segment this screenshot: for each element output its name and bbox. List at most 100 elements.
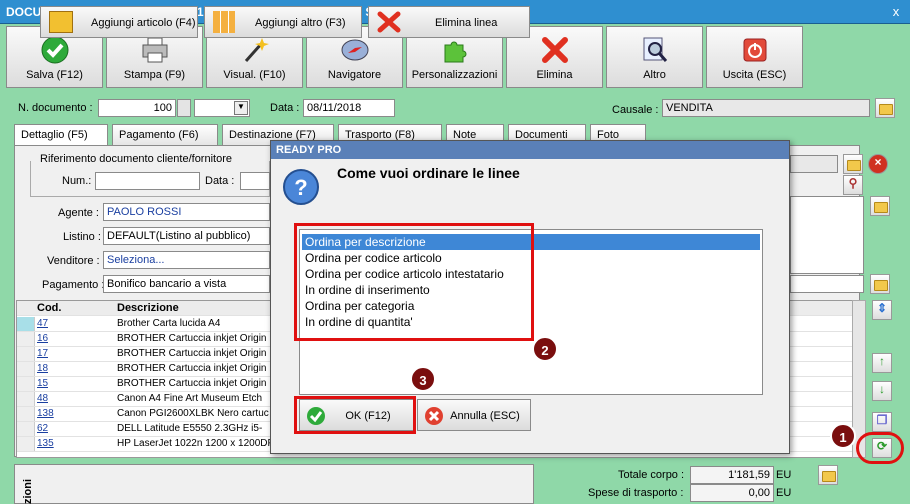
dialog-question: Come vuoi ordinare le linee bbox=[337, 165, 520, 181]
move-top-icon[interactable]: ⇕ bbox=[872, 300, 892, 320]
highlight-sort-button bbox=[856, 432, 904, 464]
person-icon[interactable]: ⚲ bbox=[843, 175, 863, 195]
step-badge-2: 2 bbox=[532, 336, 558, 362]
chevron-down-icon: ▼ bbox=[234, 101, 248, 115]
tab-dettaglio[interactable]: Dettaglio (F5) bbox=[14, 124, 108, 146]
right-folder-icon-3[interactable] bbox=[870, 274, 890, 294]
totale-corpo-currency: EU bbox=[776, 469, 792, 481]
cancel-button[interactable]: Annulla (ESC) bbox=[417, 399, 531, 431]
print-label: Stampa (F9) bbox=[123, 69, 186, 81]
dialog-title: READY PRO bbox=[271, 141, 789, 159]
exit-label: Uscita (ESC) bbox=[722, 69, 787, 81]
row-selector[interactable] bbox=[17, 392, 35, 406]
copy-icon[interactable]: ❐ bbox=[872, 412, 892, 432]
pagamento-label: Pagamento : bbox=[42, 279, 105, 291]
row-selector[interactable] bbox=[17, 347, 35, 361]
clear-icon[interactable]: × bbox=[868, 154, 888, 174]
wand-icon bbox=[244, 38, 269, 62]
move-up-icon[interactable]: ↑ bbox=[872, 353, 892, 373]
pagamento-field[interactable]: Bonifico bancario a vista bbox=[103, 275, 270, 293]
causale-folder-icon[interactable] bbox=[875, 98, 895, 118]
listino-label: Listino : bbox=[63, 231, 101, 243]
row-code: 17 bbox=[37, 348, 49, 359]
row-code: 47 bbox=[37, 318, 49, 329]
exit-button[interactable]: Uscita (ESC) bbox=[706, 26, 803, 88]
step-badge-1: 1 bbox=[830, 423, 856, 449]
right-folder-icon-1[interactable] bbox=[843, 154, 863, 174]
num-label: Num.: bbox=[62, 175, 92, 187]
tab-pagamento[interactable]: Pagamento (F6) bbox=[112, 124, 218, 146]
spese-currency: EU bbox=[776, 487, 792, 499]
row-description: BROTHER Cartuccia inkjet Origin bbox=[117, 363, 267, 374]
cancel-x-icon bbox=[425, 407, 443, 425]
ndoc-field[interactable]: 100 bbox=[98, 99, 176, 117]
row-selector[interactable] bbox=[17, 437, 35, 451]
row-description: DELL Latitude E5550 2.3GHz i5- bbox=[117, 423, 263, 434]
row-description: BROTHER Cartuccia inkjet Origin bbox=[117, 348, 267, 359]
save-label: Salva (F12) bbox=[26, 69, 83, 81]
row-selector[interactable] bbox=[17, 362, 35, 376]
right-field-1[interactable] bbox=[790, 155, 838, 173]
svg-text:?: ? bbox=[294, 175, 307, 200]
add-article-icon bbox=[49, 11, 73, 33]
venditore-field[interactable]: Seleziona... bbox=[103, 251, 270, 269]
totale-corpo-value: 1'181,59 bbox=[690, 466, 774, 484]
row-selector[interactable] bbox=[17, 377, 35, 391]
spese-value[interactable]: 0,00 bbox=[690, 484, 774, 502]
address-area[interactable] bbox=[790, 196, 864, 274]
row-code: 48 bbox=[37, 393, 49, 404]
right-folder-icon-2[interactable] bbox=[870, 196, 890, 216]
causale-label: Causale : bbox=[612, 104, 659, 116]
move-down-icon[interactable]: ↓ bbox=[872, 381, 892, 401]
row-description: BROTHER Cartuccia inkjet Origin bbox=[117, 378, 267, 389]
row-description: Canon A4 Fine Art Museum Etch bbox=[117, 393, 263, 404]
ndoc-suffix-field[interactable] bbox=[177, 99, 191, 117]
highlight-ok bbox=[294, 396, 416, 434]
bottom-actions bbox=[14, 464, 534, 504]
right-field-3[interactable] bbox=[790, 275, 864, 293]
rif-date-field[interactable] bbox=[240, 172, 270, 190]
col-cod-header[interactable]: Cod. bbox=[37, 302, 61, 314]
date-field[interactable]: 08/11/2018 bbox=[303, 99, 395, 117]
row-selector[interactable] bbox=[17, 317, 35, 331]
venditore-label: Venditore : bbox=[47, 255, 100, 267]
listino-field[interactable]: DEFAULT(Listino al pubblico) bbox=[103, 227, 270, 245]
totale-corpo-label: Totale corpo : bbox=[618, 469, 685, 481]
agente-label: Agente : bbox=[58, 207, 99, 219]
row-code: 18 bbox=[37, 363, 49, 374]
row-code: 135 bbox=[37, 438, 54, 449]
close-icon[interactable]: x bbox=[888, 4, 904, 20]
row-code: 16 bbox=[37, 333, 49, 344]
row-description: HP LaserJet 1022n 1200 x 1200DPI A4 bbox=[117, 438, 292, 449]
row-selector[interactable] bbox=[17, 422, 35, 436]
totals-folder-icon[interactable] bbox=[818, 465, 838, 485]
step-badge-3: 3 bbox=[410, 366, 436, 392]
causale-field[interactable]: VENDITA bbox=[662, 99, 870, 117]
add-other-button[interactable]: Aggiungi altro (F3) bbox=[204, 6, 362, 38]
question-icon: ? bbox=[283, 169, 319, 205]
num-field[interactable] bbox=[95, 172, 200, 190]
exit-icon bbox=[743, 38, 766, 62]
add-other-label: Aggiungi altro (F3) bbox=[255, 17, 346, 29]
delete-label: Elimina bbox=[536, 69, 573, 81]
date-label: Data : bbox=[270, 102, 300, 114]
navigator-label: Navigatore bbox=[327, 69, 382, 81]
series-select[interactable]: ▼ bbox=[194, 99, 250, 117]
highlight-options bbox=[294, 223, 534, 341]
other-label: Altro bbox=[643, 69, 666, 81]
row-selector[interactable] bbox=[17, 332, 35, 346]
row-description: BROTHER Cartuccia inkjet Origin bbox=[117, 333, 267, 344]
row-code: 15 bbox=[37, 378, 49, 389]
compass-icon bbox=[341, 39, 368, 61]
delete-line-label: Elimina linea bbox=[435, 17, 498, 29]
printer-icon bbox=[142, 37, 167, 63]
row-description: Brother Carta lucida A4 bbox=[117, 318, 221, 329]
other-button[interactable]: Altro bbox=[606, 26, 703, 88]
add-article-button[interactable]: Aggiungi articolo (F4) bbox=[40, 6, 198, 38]
row-selector[interactable] bbox=[17, 407, 35, 421]
check-icon bbox=[41, 36, 68, 64]
side-label: zioni bbox=[22, 478, 34, 504]
col-desc-header[interactable]: Descrizione bbox=[117, 302, 179, 314]
delete-line-button[interactable]: Elimina linea bbox=[368, 6, 530, 38]
agente-field[interactable]: PAOLO ROSSI bbox=[103, 203, 270, 221]
